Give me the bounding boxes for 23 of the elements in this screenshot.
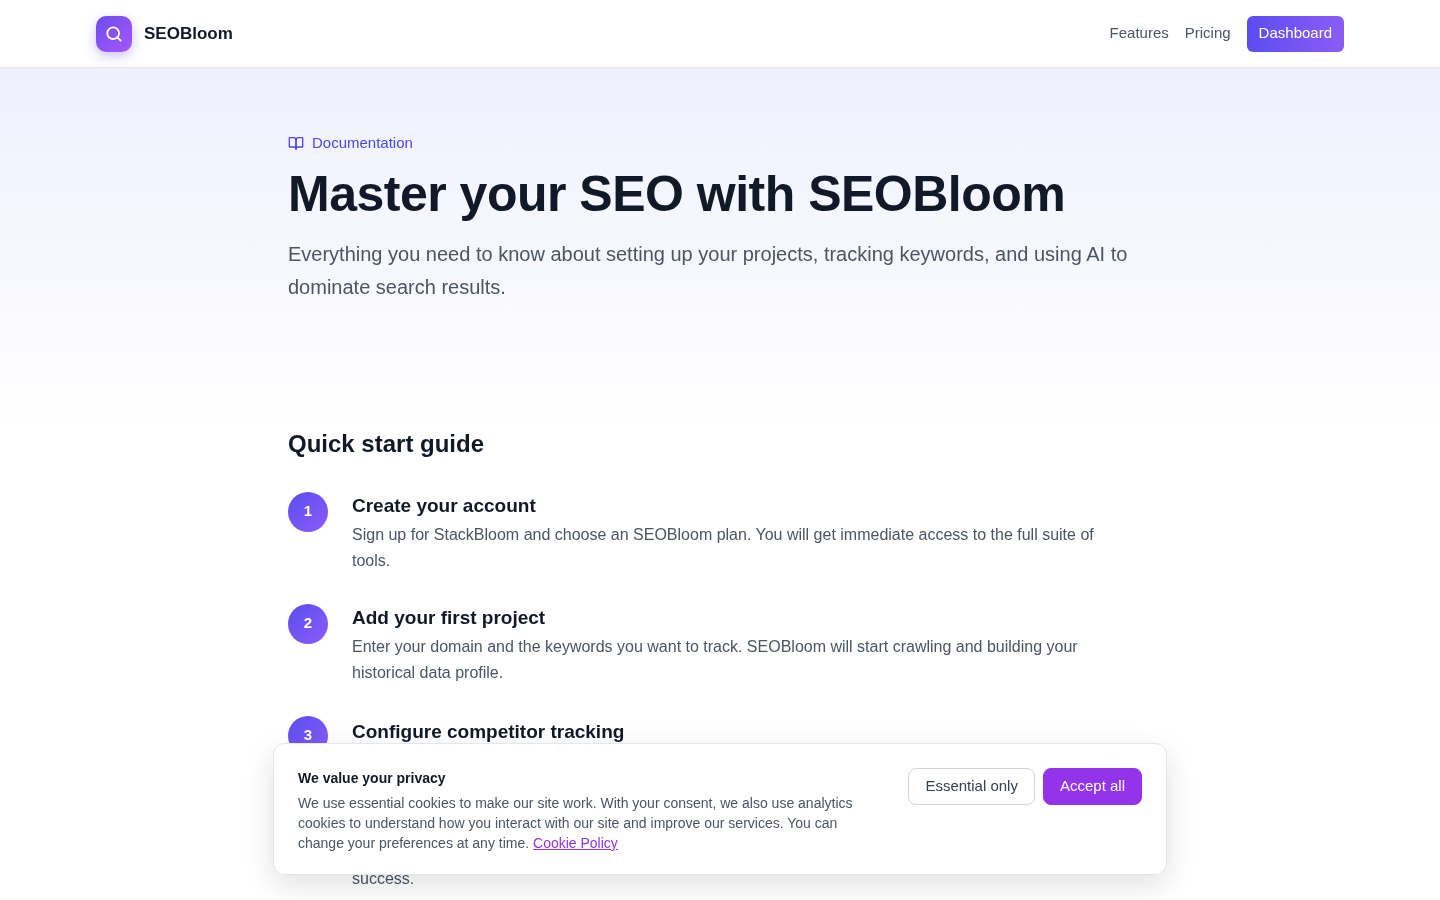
dashboard-button[interactable]: Dashboard <box>1246 15 1344 52</box>
nav-link[interactable]: Features <box>1109 22 1169 45</box>
book-icon <box>288 135 304 152</box>
step-number: 2 <box>288 603 328 644</box>
cookie-policy-link[interactable]: Cookie Policy <box>533 835 618 851</box>
step-title: Add your first project <box>352 605 547 630</box>
step-title: Create your account <box>352 493 537 518</box>
step-description: success. <box>352 868 416 889</box>
page-title: Master your SEO with SEOBloom <box>288 166 1067 222</box>
step-description: Enter your domain and the keywords you want to track. SEOBloom will start crawling and building your historical data profile. <box>352 636 1079 683</box>
step-description: Sign up for StackBloom and choose an SEOBloom plan. You will get immediate access to the full suite of tools. <box>352 524 1095 571</box>
step-title: Configure competitor tracking <box>352 719 625 744</box>
brand-name: SEOBloom <box>144 22 233 45</box>
cookie-title: We value your privacy <box>298 769 447 788</box>
section-heading: Quick start guide <box>288 428 486 459</box>
page-subtitle: Everything you need to know about setting up your projects, tracking keywords, and using AI to dominate search results. <box>288 241 1129 300</box>
nav-link[interactable]: Pricing <box>1184 22 1231 45</box>
cookie-text: We use essential cookies to make our site work. With your consent, we also use analytics cookies to understand how you interact with our site and improve our services. You can change your preferences at any time. Cookie Policy <box>298 794 854 853</box>
step-number: 1 <box>288 491 328 532</box>
documentation-label: Documentation <box>312 133 413 153</box>
search-logo-icon <box>96 15 132 52</box>
essential-button[interactable]: Essential only <box>908 768 1035 805</box>
accept-button[interactable]: Accept all <box>1042 768 1142 805</box>
